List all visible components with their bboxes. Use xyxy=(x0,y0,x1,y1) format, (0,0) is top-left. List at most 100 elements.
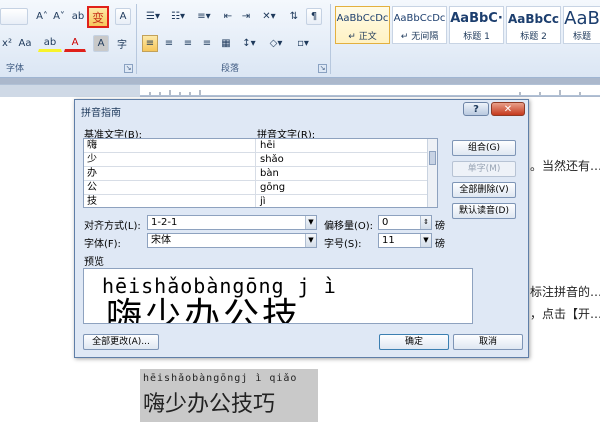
style-name: ↵ 正文 xyxy=(348,32,377,42)
ruby-text-cell[interactable]: shǎo xyxy=(257,153,429,167)
base-text-cell[interactable]: 少 xyxy=(84,153,256,167)
style-name: 标题 1 xyxy=(463,32,490,42)
show-marks-icon[interactable]: ¶ xyxy=(306,8,322,25)
align-left-icon[interactable]: ≡ xyxy=(142,35,158,52)
table-row: 公 gōng xyxy=(84,181,429,195)
style-heading-1[interactable]: AaBbC· 标题 1 xyxy=(449,6,504,44)
chevron-down-icon[interactable]: ▼ xyxy=(305,234,316,247)
sort-icon[interactable]: ⇅ xyxy=(286,8,302,25)
shrink-font-button[interactable]: A˅ xyxy=(51,8,67,25)
bullets-icon[interactable]: ☰▾ xyxy=(142,8,164,25)
scrollbar-thumb[interactable] xyxy=(429,151,436,165)
single-char-button[interactable]: 单字(M) xyxy=(452,161,516,177)
preview-ruby-text: hēishǎobàngōng j ì xyxy=(102,274,337,298)
style-normal[interactable]: AaBbCcDc ↵ 正文 xyxy=(335,6,390,44)
numbering-icon[interactable]: ☷▾ xyxy=(167,8,189,25)
ruby-text-cell[interactable]: hēi xyxy=(257,139,429,153)
chevron-down-icon[interactable]: ▼ xyxy=(305,216,316,229)
alignment-select[interactable]: 1-2-1 ▼ xyxy=(147,215,317,230)
offset-unit: 磅 xyxy=(435,221,445,232)
style-sample: AaBbCcDc xyxy=(336,13,389,24)
style-sample: AaB xyxy=(564,8,600,29)
alignment-value: 1-2-1 xyxy=(151,217,178,228)
justify-icon[interactable]: ≡ xyxy=(199,35,215,52)
base-text-cell[interactable]: 办 xyxy=(84,167,256,181)
style-no-spacing[interactable]: AaBbCcDc ↵ 无间隔 xyxy=(392,6,447,44)
font-group-label: 字体 xyxy=(5,64,24,74)
cancel-button[interactable]: 取消 xyxy=(453,334,523,350)
help-icon[interactable]: ? xyxy=(463,102,489,116)
size-select[interactable]: 11 ▼ xyxy=(378,233,432,248)
document-text-line: 标注拼音的… xyxy=(530,285,600,299)
base-text-cell[interactable]: 嗨 xyxy=(84,139,256,153)
base-text-cell[interactable]: 技 xyxy=(84,195,256,207)
align-right-icon[interactable]: ≡ xyxy=(180,35,196,52)
spin-icon[interactable]: ⇕ xyxy=(420,216,431,229)
preview-base-text: 嗨少办公技 xyxy=(106,296,302,324)
table-row: 嗨 hēi xyxy=(84,139,429,153)
borders-icon[interactable]: ▫▾ xyxy=(291,35,315,52)
font-color-button[interactable]: A xyxy=(64,35,86,52)
document-text-line: ，点击【开… xyxy=(530,307,600,321)
char-border-button[interactable]: A xyxy=(115,8,131,25)
multilevel-list-icon[interactable]: ≡▾ xyxy=(193,8,215,25)
superscript-button[interactable]: x² xyxy=(0,35,14,52)
phonetic-guide-button[interactable]: 变 xyxy=(87,6,109,28)
style-name: ↵ 无间隔 xyxy=(400,32,439,42)
font-name-box[interactable] xyxy=(0,8,28,25)
default-reading-button[interactable]: 默认读音(D) xyxy=(452,203,516,219)
size-unit: 磅 xyxy=(435,239,445,250)
change-all-button[interactable]: 全部更改(A)... xyxy=(83,334,159,350)
ribbon: A˄ A˅ ab 变 A x² Aa ab A A 字 字体 ↘ ☰▾ ☷▾ ≡… xyxy=(0,0,600,78)
size-value: 11 xyxy=(382,235,395,246)
offset-value: 0 xyxy=(382,217,389,228)
offset-label: 偏移量(O): xyxy=(324,221,374,232)
ok-button[interactable]: 确定 xyxy=(379,334,449,350)
horizontal-ruler[interactable] xyxy=(0,84,600,97)
grid-scrollbar[interactable] xyxy=(427,139,437,207)
ruby-text-cell[interactable]: bàn xyxy=(257,167,429,181)
chinese-layout-icon[interactable]: ✕▾ xyxy=(258,8,280,25)
document-text-line: 。当然还有… xyxy=(530,159,600,173)
enclose-char-button[interactable]: 字 xyxy=(113,35,131,52)
decrease-indent-icon[interactable]: ⇤ xyxy=(220,8,236,25)
table-row: 少 shǎo xyxy=(84,153,429,167)
preview-label: 预览 xyxy=(84,257,104,268)
paragraph-dialog-launcher-icon[interactable]: ↘ xyxy=(318,64,327,73)
table-row: 办 bàn xyxy=(84,167,429,181)
style-heading-2[interactable]: AaBbCc 标题 2 xyxy=(506,6,561,44)
ruby-text-cell[interactable]: gōng xyxy=(257,181,429,195)
alignment-label: 对齐方式(L): xyxy=(84,221,141,232)
increase-indent-icon[interactable]: ⇥ xyxy=(238,8,254,25)
clear-format-button[interactable]: ab xyxy=(70,8,86,25)
style-title[interactable]: AaB 标题 xyxy=(563,6,600,44)
align-center-icon[interactable]: ≡ xyxy=(161,35,177,52)
change-case-button[interactable]: Aa xyxy=(14,35,36,52)
font-select[interactable]: 宋体 ▼ xyxy=(147,233,317,248)
font-value: 宋体 xyxy=(151,235,171,246)
char-shading-button[interactable]: A xyxy=(93,35,109,52)
base-text-cell[interactable]: 公 xyxy=(84,181,256,195)
grow-font-button[interactable]: A˄ xyxy=(34,8,50,25)
highlight-button[interactable]: ab xyxy=(38,35,62,52)
phonetic-guide-dialog: 拼音指南 ? ✕ 基准文字(B): 拼音文字(R): 嗨 hēi 少 shǎo … xyxy=(74,99,529,358)
shading-icon[interactable]: ◇▾ xyxy=(265,35,287,52)
ruler-ticks xyxy=(0,85,581,97)
size-label: 字号(S): xyxy=(324,239,362,250)
close-icon[interactable]: ✕ xyxy=(491,102,525,116)
font-dialog-launcher-icon[interactable]: ↘ xyxy=(124,64,133,73)
group-separator xyxy=(330,4,331,74)
font-label: 字体(F): xyxy=(84,239,121,250)
offset-stepper[interactable]: 0 ⇕ xyxy=(378,215,432,230)
style-sample: AaBbC· xyxy=(450,11,503,26)
document-sample-text: 嗨少办公技巧 xyxy=(143,392,276,417)
preview-box: hēishǎobàngōng j ì 嗨少办公技 xyxy=(83,268,473,324)
ruby-text-cell[interactable]: jì xyxy=(257,195,429,207)
combine-button[interactable]: 组合(G) xyxy=(452,140,516,156)
chevron-down-icon[interactable]: ▼ xyxy=(420,234,431,247)
table-row: 技 jì xyxy=(84,195,429,207)
line-spacing-icon[interactable]: ↕▾ xyxy=(238,35,260,52)
group-separator xyxy=(136,4,137,74)
distributed-icon[interactable]: ▦ xyxy=(218,35,234,52)
delete-all-button[interactable]: 全部删除(V) xyxy=(452,182,516,198)
